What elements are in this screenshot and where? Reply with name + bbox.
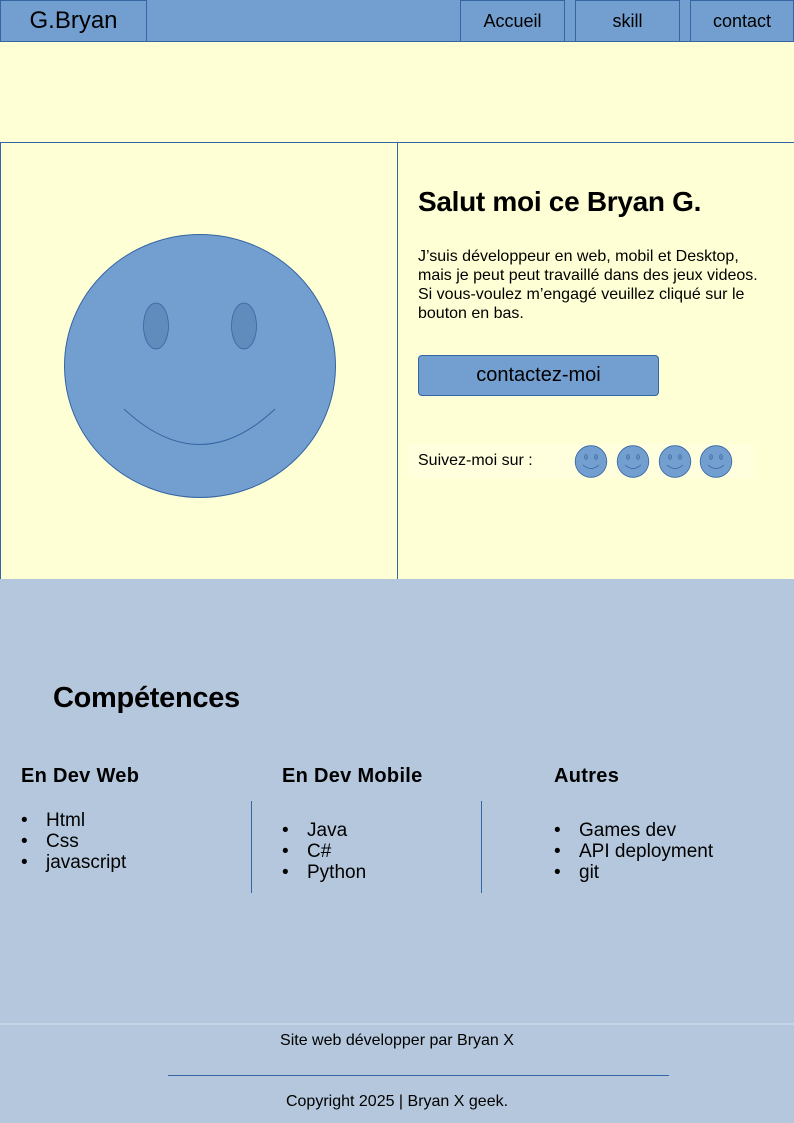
skills-list-web: Html Css javascript (21, 810, 126, 873)
skills-section: Compétences En Dev Web Html Css javascri… (0, 579, 794, 1024)
list-item: Html (21, 810, 126, 831)
list-item: git (554, 862, 713, 883)
contact-me-button[interactable]: contactez-moi (418, 355, 659, 396)
follow-label: Suivez-moi sur : (418, 452, 533, 469)
footer-divider (168, 1075, 669, 1076)
smiley-icon[interactable] (658, 445, 692, 478)
social-follow-bar: Suivez-moi sur : (408, 444, 754, 478)
top-navbar: G.Bryan Accueil skill contact (0, 0, 794, 42)
smiley-icon[interactable] (616, 445, 650, 478)
column-divider (251, 801, 252, 893)
skills-column-title-web: En Dev Web (21, 765, 140, 787)
hero-title: Salut moi ce Bryan G. (418, 186, 702, 217)
hero-description: J’suis développeur en web, mobil et Desk… (418, 248, 758, 322)
nav-link-accueil[interactable]: Accueil (460, 0, 565, 42)
footer-copyright: Copyright 2025 | Bryan X geek. (285, 1093, 509, 1110)
nav-link-skill[interactable]: skill (575, 0, 680, 42)
skills-column-title-mobile: En Dev Mobile (282, 765, 423, 787)
smiley-face-icon (64, 234, 336, 498)
list-item: Games dev (554, 820, 713, 841)
site-logo[interactable]: G.Bryan (0, 0, 147, 42)
hero-avatar-panel (1, 143, 398, 579)
footer-credit: Site web développer par Bryan X (280, 1032, 514, 1049)
skills-list-mobile: Java C# Python (282, 820, 366, 883)
smiley-icon[interactable] (574, 445, 608, 478)
page-footer: Site web développer par Bryan X Copyrigh… (0, 1023, 794, 1123)
list-item: javascript (21, 852, 126, 873)
list-item: C# (282, 841, 366, 862)
column-divider (481, 801, 482, 893)
list-item: Python (282, 862, 366, 883)
skills-column-title-other: Autres (554, 765, 620, 787)
list-item: API deployment (554, 841, 713, 862)
nav-link-contact[interactable]: contact (690, 0, 794, 42)
smiley-icon[interactable] (699, 445, 733, 478)
skills-list-other: Games dev API deployment git (554, 820, 713, 883)
list-item: Css (21, 831, 126, 852)
skills-title: Compétences (53, 682, 240, 714)
list-item: Java (282, 820, 366, 841)
